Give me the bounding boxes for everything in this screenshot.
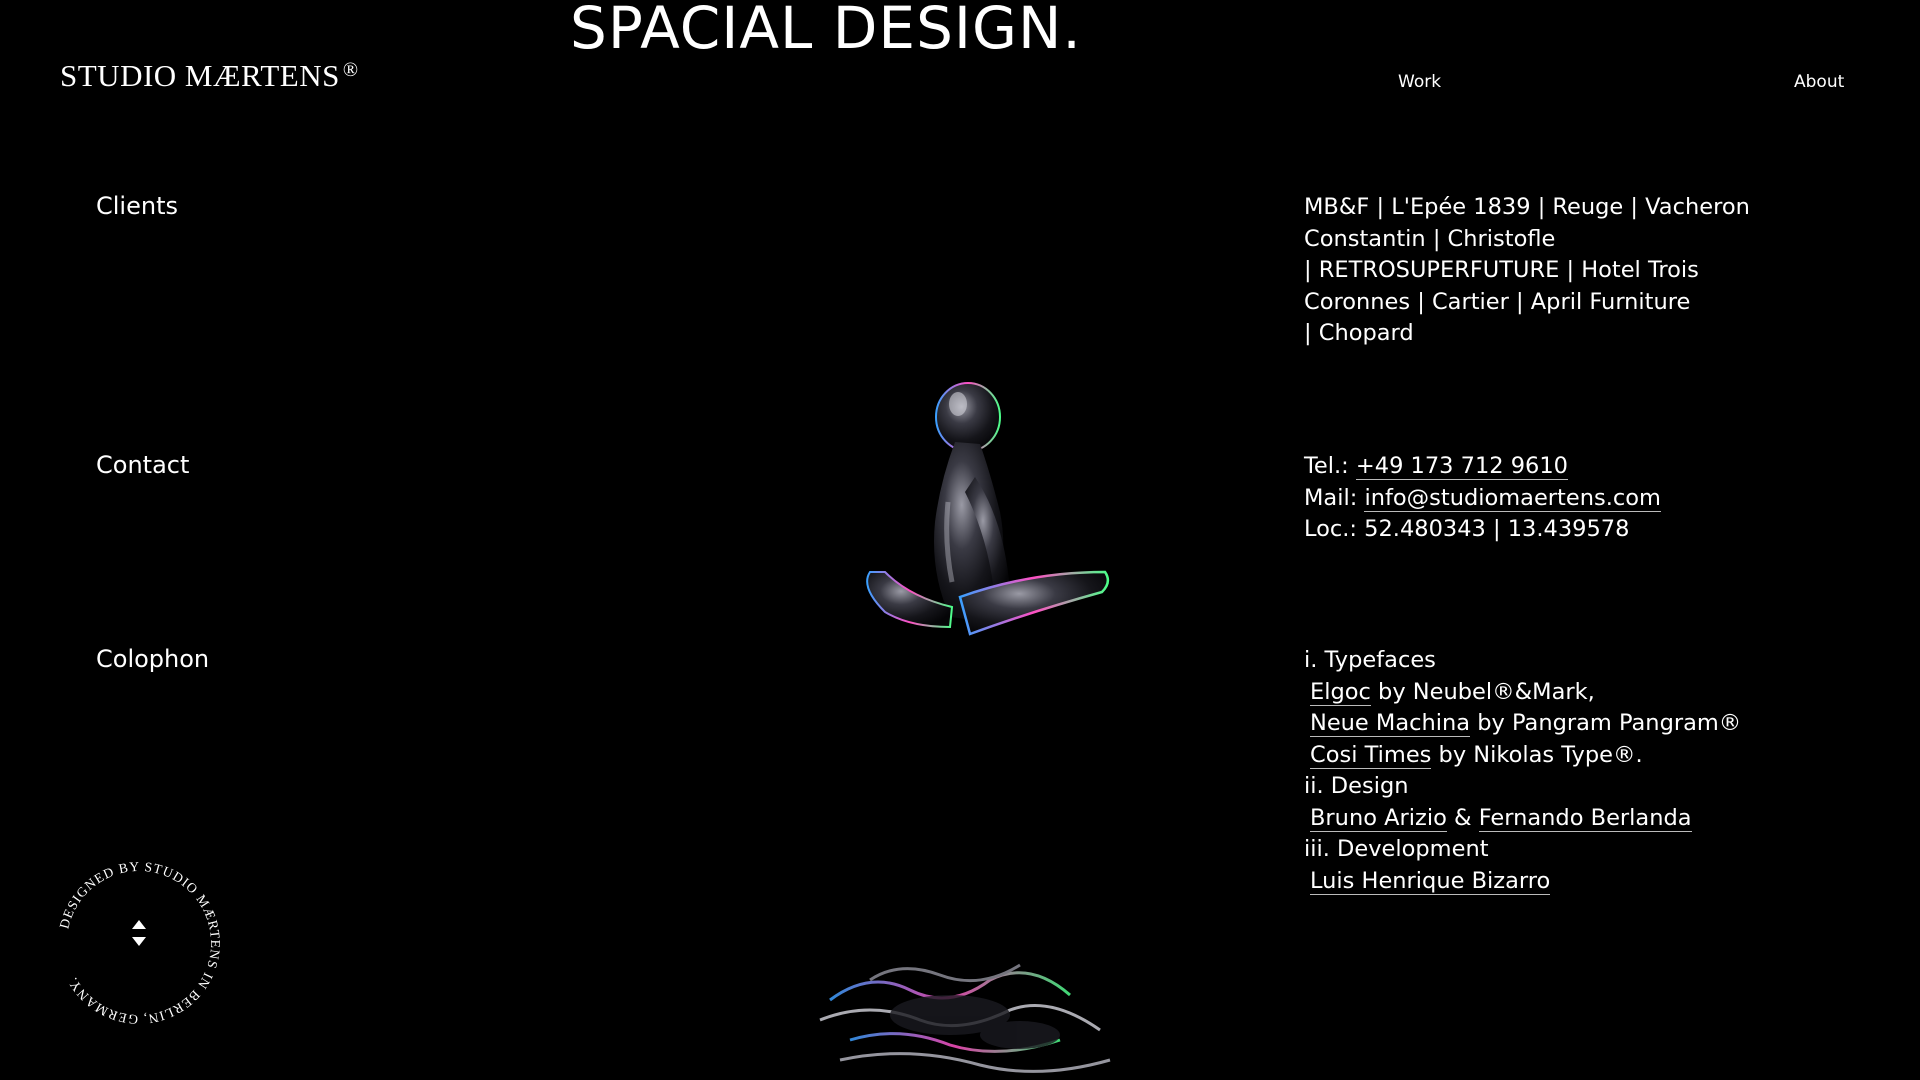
typeface-credit: by Neubel®&Mark, bbox=[1378, 678, 1595, 705]
developer-row: Luis Henrique Bizarro bbox=[1304, 866, 1824, 898]
logo-text: STUDIO MÆRTENS bbox=[60, 58, 340, 93]
email-link[interactable]: info@studiomaertens.com bbox=[1364, 484, 1661, 512]
nav-work-link[interactable]: Work bbox=[1398, 72, 1441, 92]
clients-line: | RETROSUPERFUTURE | Hotel Trois bbox=[1304, 257, 1699, 283]
typeface-credit: by Pangram Pangram® bbox=[1477, 710, 1742, 736]
developer-luis-link[interactable]: Luis Henrique Bizarro bbox=[1310, 867, 1551, 895]
typeface-elgoc-link[interactable]: Elgoc bbox=[1310, 678, 1371, 706]
chrome-puddle-image bbox=[819, 963, 1111, 1073]
typefaces-heading: i. Typefaces bbox=[1304, 647, 1436, 673]
hero-title: SPACIAL DESIGN. bbox=[570, 0, 1082, 62]
clients-label: Clients bbox=[96, 192, 178, 220]
mail-label: Mail: bbox=[1304, 484, 1358, 511]
clients-line: | Chopard bbox=[1304, 320, 1414, 346]
clients-line: MB&F | L'Epée 1839 | Reuge | Vacheron bbox=[1304, 194, 1750, 220]
contact-tel-row: Tel.: +49 173 712 9610 bbox=[1304, 451, 1824, 483]
clients-line: Constantin | Christofle bbox=[1304, 225, 1556, 252]
colophon-label: Colophon bbox=[96, 645, 210, 673]
designers-ampersand: & bbox=[1454, 804, 1472, 831]
phone-link[interactable]: +49 173 712 9610 bbox=[1355, 453, 1568, 480]
location-text: Loc.: 52.480343 | 13.439578 bbox=[1304, 516, 1630, 542]
typeface-row: Elgoc by Neubel®&Mark, bbox=[1304, 677, 1824, 709]
typeface-row: Cosi Times by Nikolas Type®. bbox=[1304, 740, 1824, 772]
nav-about-link[interactable]: About bbox=[1794, 72, 1844, 92]
contact-details: Tel.: +49 173 712 9610 Mail: info@studio… bbox=[1304, 451, 1824, 546]
typeface-credit: by Nikolas Type®. bbox=[1438, 741, 1643, 768]
contact-mail-row: Mail: info@studiomaertens.com bbox=[1304, 483, 1824, 515]
development-heading: iii. Development bbox=[1304, 836, 1489, 862]
tel-label: Tel.: bbox=[1304, 453, 1349, 479]
arrow-down-icon[interactable] bbox=[132, 937, 146, 946]
typeface-cosi-times-link[interactable]: Cosi Times bbox=[1310, 741, 1432, 769]
scroll-controls[interactable] bbox=[128, 920, 150, 946]
contact-label: Contact bbox=[96, 451, 190, 479]
page: SPACIAL DESIGN. STUDIO MÆRTENS ® Work Abo… bbox=[0, 0, 1920, 1080]
chrome-figure-image bbox=[866, 382, 1110, 636]
clients-list: MB&F | L'Epée 1839 | Reuge | Vacheron Co… bbox=[1304, 192, 1824, 350]
design-heading: ii. Design bbox=[1304, 773, 1409, 799]
designer-bruno-link[interactable]: Bruno Arizio bbox=[1310, 804, 1447, 832]
studio-logo[interactable]: STUDIO MÆRTENS ® bbox=[60, 58, 359, 94]
typeface-row: Neue Machina by Pangram Pangram® bbox=[1304, 708, 1824, 740]
arrow-up-icon[interactable] bbox=[132, 920, 146, 929]
typeface-neue-machina-link[interactable]: Neue Machina bbox=[1310, 710, 1471, 737]
clients-line: Coronnes | Cartier | April Furniture bbox=[1304, 288, 1691, 315]
designers-row: Bruno Arizio & Fernando Berlanda bbox=[1304, 803, 1824, 835]
registered-mark: ® bbox=[342, 59, 359, 81]
colophon-details: i. Typefaces Elgoc by Neubel®&Mark, Neue… bbox=[1304, 645, 1824, 897]
designer-fernando-link[interactable]: Fernando Berlanda bbox=[1478, 804, 1692, 832]
